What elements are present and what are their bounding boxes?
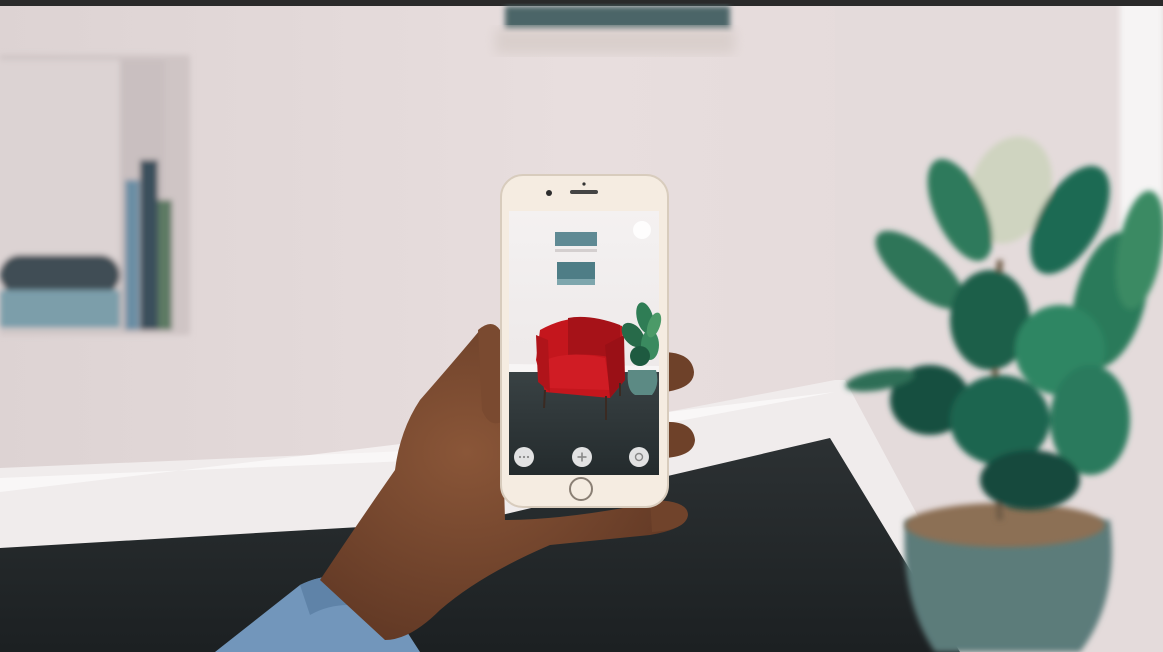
photo-scene: [0, 0, 1163, 652]
phone: [500, 174, 669, 508]
phone-screen: [509, 211, 662, 475]
capture-button[interactable]: [629, 447, 649, 467]
options-button[interactable]: [514, 447, 534, 467]
wall-hanging: [505, 6, 730, 30]
earpiece: [570, 190, 598, 194]
add-button[interactable]: [572, 447, 592, 467]
front-camera: [546, 190, 552, 196]
wall-niche: [0, 55, 190, 335]
ellipsis-icon: [518, 455, 530, 459]
